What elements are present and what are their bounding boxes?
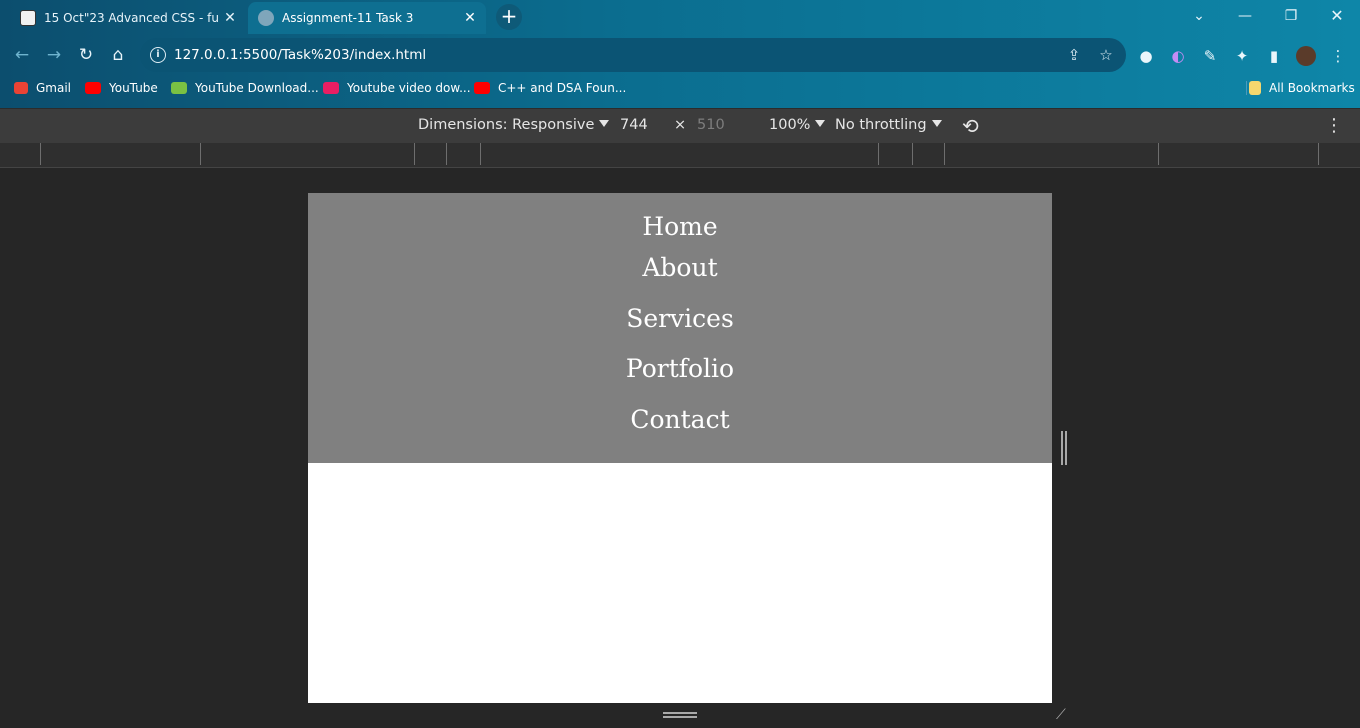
ruler-tick [912,143,913,165]
star-icon[interactable]: ☆ [1096,45,1116,65]
more-options-icon[interactable]: ⋮ [1325,115,1343,136]
puzzle-icon[interactable]: ✦ [1232,46,1252,66]
ruler-tick [446,143,447,165]
bookmark-youtube[interactable]: YouTube [85,81,158,95]
ruler-tick [200,143,201,165]
address-bar[interactable]: i 127.0.0.1:5500/Task%203/index.html ⇪ ☆ [140,38,1126,72]
bookmark-label: YouTube [109,81,158,95]
u-icon [323,82,339,94]
ruler-tick [1158,143,1159,165]
resize-corner-icon[interactable]: ⟋ [1056,707,1072,723]
nav-menu: Home About Services Portfolio Contact [308,193,1052,463]
download-icon [171,82,187,94]
tab-assignment[interactable]: Assignment-11 Task 3 ✕ [248,2,486,34]
info-icon[interactable]: i [150,47,166,63]
home-icon[interactable]: ⌂ [106,43,130,67]
resize-handle-bottom[interactable] [663,712,697,718]
eyedropper-icon[interactable]: ✎ [1200,46,1220,66]
tab-title: Assignment-11 Task 3 [282,11,414,25]
nav-item-portfolio[interactable]: Portfolio [308,344,1052,395]
ruler-tick [40,143,41,165]
toolbar: ← → ↻ ⌂ i 127.0.0.1:5500/Task%203/index.… [0,38,1360,72]
ruler-tick [1318,143,1319,165]
bookmark-label: YouTube Download... [195,81,319,95]
extension-icon[interactable]: ● [1136,46,1156,66]
new-tab-button[interactable]: + [496,4,522,30]
nav-item-contact[interactable]: Contact [308,395,1052,446]
close-icon[interactable]: ✕ [460,10,480,26]
close-window-icon[interactable]: ✕ [1324,4,1350,28]
bookmark-youtube-video-dow[interactable]: Youtube video dow... [323,81,471,95]
zoom-dropdown[interactable]: 100% [769,117,825,133]
menu-icon[interactable]: ⋮ [1328,46,1348,66]
bookmarks-bar: Gmail YouTube YouTube Download... Youtub… [0,78,1360,102]
device-toolbar: Dimensions: Responsive 744 × 510 100% No… [0,108,1360,144]
close-icon[interactable]: ✕ [220,10,240,26]
times-icon: × [674,117,687,133]
youtube-icon [85,82,101,94]
bookmark-label: C++ and DSA Foun... [498,81,627,95]
browser-chrome: 15 Oct"23 Advanced CSS - full st ✕ Assig… [0,0,1360,108]
all-bookmarks-label: All Bookmarks [1269,81,1355,95]
reload-icon[interactable]: ↻ [74,43,98,67]
restore-icon[interactable]: ❐ [1278,4,1304,28]
youtube-icon [474,82,490,94]
throttling-dropdown[interactable]: No throttling [835,117,942,133]
resize-handle-right[interactable] [1061,431,1067,465]
bookmark-youtube-download[interactable]: YouTube Download... [171,81,319,95]
bookmark-cpp-dsa[interactable]: C++ and DSA Foun... [474,81,626,95]
tab-advanced-css[interactable]: 15 Oct"23 Advanced CSS - full st ✕ [10,2,246,34]
height-input[interactable]: 510 [697,117,725,133]
ruler-tick [414,143,415,165]
folder-icon [1249,81,1261,95]
ruler-tick [944,143,945,165]
back-icon[interactable]: ← [10,43,34,67]
page-viewport: Home About Services Portfolio Contact [308,193,1052,703]
url-text[interactable]: 127.0.0.1:5500/Task%203/index.html [174,47,426,63]
nav-item-about[interactable]: About [308,243,1052,294]
share-icon[interactable]: ⇪ [1064,45,1084,65]
width-input[interactable]: 744 [620,117,648,133]
ruler-tick [480,143,481,165]
bookmark-label: Youtube video dow... [347,81,471,95]
tab-strip: 15 Oct"23 Advanced CSS - full st ✕ Assig… [0,0,1360,34]
tab-title: 15 Oct"23 Advanced CSS - full st [44,11,220,25]
side-panel-icon[interactable]: ▮ [1264,46,1284,66]
nav-item-services[interactable]: Services [308,294,1052,345]
ruler-tick [878,143,879,165]
avatar[interactable] [1296,46,1316,66]
extension-icon[interactable]: ◐ [1168,46,1188,66]
gmail-icon [14,82,28,94]
forward-icon[interactable]: → [42,43,66,67]
bookmark-gmail[interactable]: Gmail [14,81,71,95]
globe-icon [258,10,274,26]
tab-favicon [20,10,36,26]
rotate-icon[interactable]: ⟲ [962,114,979,138]
nav-item-home[interactable]: Home [308,193,1052,243]
media-query-ruler[interactable] [0,143,1360,168]
dimensions-dropdown[interactable]: Dimensions: Responsive [418,117,609,133]
minimize-icon[interactable]: — [1232,4,1258,28]
bookmark-label: Gmail [36,81,72,95]
tab-search-icon[interactable]: ⌄ [1186,4,1212,28]
all-bookmarks[interactable]: All Bookmarks [1246,81,1355,95]
